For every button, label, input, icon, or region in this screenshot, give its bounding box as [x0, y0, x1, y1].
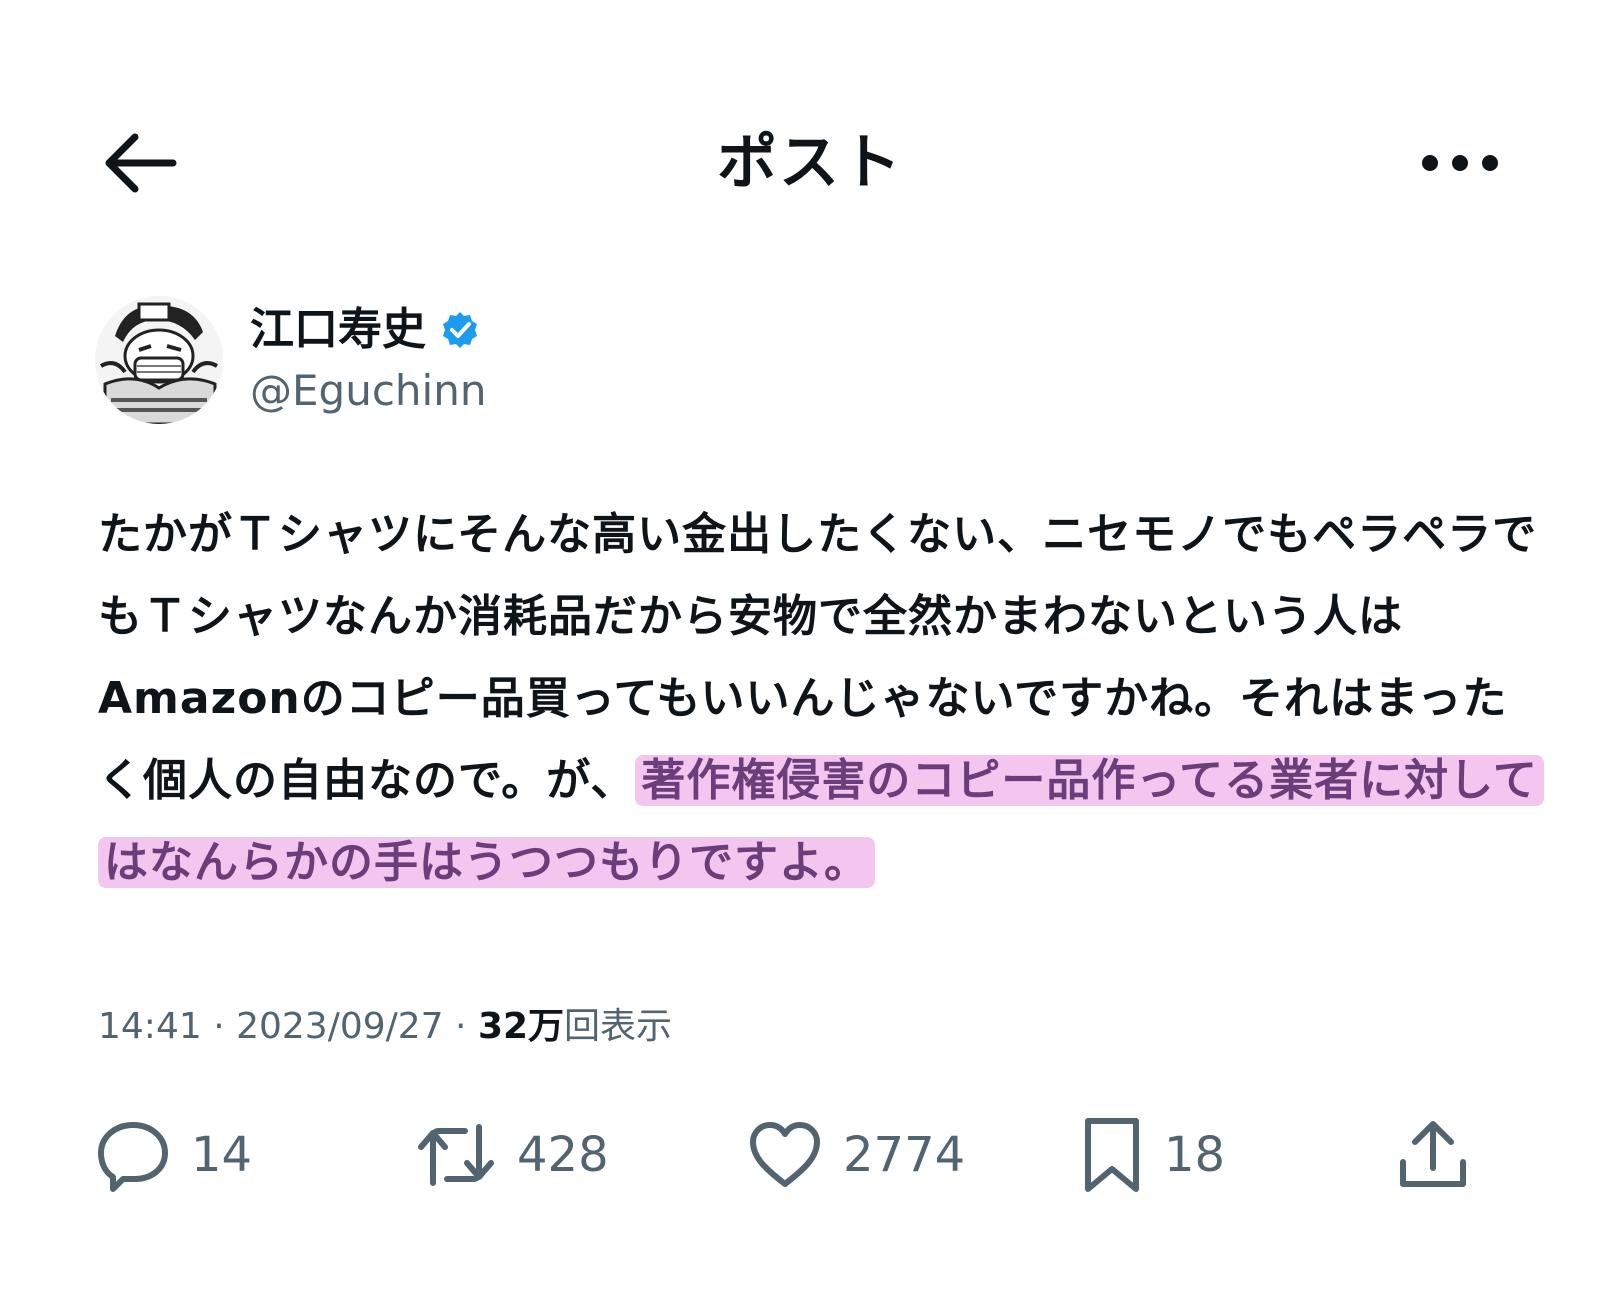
- author-block: 江口寿史 @Eguchinn: [95, 296, 795, 426]
- like-count: 2774: [843, 1127, 966, 1183]
- more-horizontal-icon: [1422, 155, 1498, 171]
- action-bar: 14 428 2774 18: [95, 1110, 1525, 1200]
- repost-button[interactable]: 428: [415, 1110, 609, 1200]
- bookmark-count: 18: [1164, 1127, 1226, 1183]
- display-name[interactable]: 江口寿史: [250, 302, 426, 358]
- share-icon: [1400, 1121, 1466, 1187]
- tweet-meta: 14:41 · 2023/09/27 · 32万回表示: [98, 1002, 672, 1052]
- bookmark-button[interactable]: 18: [1080, 1110, 1225, 1200]
- like-button[interactable]: 2774: [747, 1110, 965, 1200]
- display-name-row: 江口寿史: [250, 302, 480, 358]
- repost-icon: [418, 1124, 494, 1186]
- reply-button[interactable]: 14: [95, 1110, 252, 1200]
- page-title: ポスト: [717, 128, 903, 198]
- views-count: 32万: [477, 1006, 565, 1047]
- reply-count: 14: [191, 1127, 253, 1183]
- avatar[interactable]: [95, 296, 223, 424]
- share-button[interactable]: [1397, 1110, 1469, 1200]
- tweet-text: たかがＴシャツにそんな高い金出したくない、ニセモノでもペラペラでもＴシャツなんか…: [98, 494, 1544, 904]
- reply-icon: [98, 1122, 168, 1192]
- user-handle[interactable]: @Eguchinn: [250, 364, 486, 418]
- meta-separator: ·: [201, 1006, 237, 1047]
- tweet-date[interactable]: 2023/09/27: [236, 1006, 444, 1047]
- tweet-time[interactable]: 14:41: [98, 1006, 202, 1047]
- heart-icon: [750, 1122, 820, 1187]
- meta-separator: ·: [443, 1006, 478, 1047]
- bookmark-icon: [1085, 1118, 1139, 1192]
- repost-count: 428: [517, 1127, 609, 1183]
- avatar-illustration: [95, 296, 223, 424]
- more-options-button[interactable]: [1415, 128, 1505, 198]
- verified-badge-icon: [443, 312, 477, 348]
- views-label: 回表示: [564, 1006, 673, 1047]
- top-bar: ポスト: [0, 110, 1620, 220]
